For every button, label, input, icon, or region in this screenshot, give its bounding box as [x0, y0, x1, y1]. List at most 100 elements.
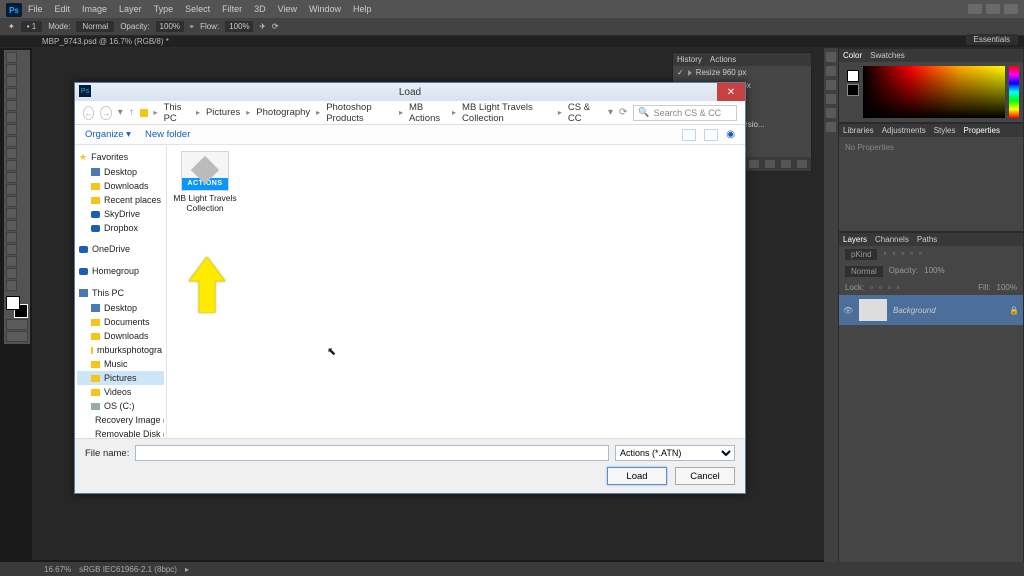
tab-history[interactable]: History	[677, 55, 702, 64]
up-button[interactable]: ▾	[118, 107, 123, 118]
layer-row[interactable]: 👁 Background 🔒	[839, 295, 1023, 325]
menu-edit[interactable]: Edit	[55, 4, 71, 14]
eyedropper-tool[interactable]	[6, 112, 17, 123]
tab-color[interactable]: Color	[843, 51, 862, 60]
color-swatches[interactable]	[6, 296, 28, 318]
menu-layer[interactable]: Layer	[119, 4, 142, 14]
fg-chip[interactable]	[847, 70, 859, 82]
tab-styles[interactable]: Styles	[934, 126, 956, 135]
new-action-icon[interactable]	[781, 160, 791, 168]
collapsed-panel-dock[interactable]	[824, 48, 838, 576]
win-minimize-icon[interactable]	[968, 4, 982, 14]
lock-icon[interactable]: ▫	[897, 283, 900, 292]
tab-layers[interactable]: Layers	[843, 235, 867, 244]
tab-properties[interactable]: Properties	[964, 126, 1000, 135]
win-restore-icon[interactable]	[986, 4, 1000, 14]
tree-homegroup[interactable]: Homegroup	[92, 264, 139, 278]
load-button[interactable]: Load	[607, 467, 667, 485]
menu-filter[interactable]: Filter	[222, 4, 242, 14]
pressure-opacity-icon[interactable]: ⌖	[190, 22, 195, 32]
doc-info[interactable]: sRGB IEC61966-2.1 (8bpc)	[79, 565, 177, 574]
tab-paths[interactable]: Paths	[917, 235, 937, 244]
flow-field[interactable]: 100%	[225, 21, 253, 32]
layer-filter-kind[interactable]: pKind	[845, 249, 877, 260]
blur-tool[interactable]	[6, 196, 17, 207]
marquee-tool[interactable]	[6, 64, 17, 75]
document-tab[interactable]: MBP_9743.psd @ 16.7% (RGB/8) *	[0, 36, 1024, 48]
menu-3d[interactable]: 3D	[254, 4, 266, 14]
collapsed-icon[interactable]	[826, 52, 836, 62]
opacity-field[interactable]: 100%	[156, 21, 184, 32]
pen-tool[interactable]	[6, 220, 17, 231]
tree-onedrive[interactable]: OneDrive	[92, 242, 130, 256]
filter-icon[interactable]: ▫	[883, 249, 886, 260]
filter-icon[interactable]: ▫	[919, 249, 922, 260]
file-list[interactable]: ACTIONS MB Light Travels Collection ⬉	[167, 145, 745, 438]
layer-opacity[interactable]: 100%	[924, 266, 944, 277]
brush-size[interactable]: • 1	[21, 21, 42, 32]
trash-icon[interactable]	[797, 160, 807, 168]
zoom-level[interactable]: 16.67%	[44, 565, 71, 574]
help-icon[interactable]: ◉	[726, 129, 735, 140]
crumb[interactable]: CS & CC	[568, 102, 598, 124]
wand-tool[interactable]	[6, 88, 17, 99]
tab-swatches[interactable]: Swatches	[870, 51, 905, 60]
airbrush-icon[interactable]: ✈	[259, 22, 266, 31]
file-item[interactable]: ACTIONS MB Light Travels Collection	[173, 151, 237, 213]
history-brush-tool[interactable]	[6, 160, 17, 171]
collapsed-icon[interactable]	[826, 66, 836, 76]
close-button[interactable]: ✕	[717, 83, 745, 101]
crumb[interactable]: MB Light Travels Collection	[462, 102, 552, 124]
dialog-titlebar[interactable]: Ps Load ✕	[75, 83, 745, 101]
menu-help[interactable]: Help	[353, 4, 372, 14]
preview-pane-button[interactable]	[704, 129, 718, 141]
action-item[interactable]: ✓Resize 960 px	[673, 66, 811, 79]
screenmode-tool[interactable]	[6, 331, 28, 342]
pressure-size-icon[interactable]: ⟳	[272, 22, 279, 31]
nav-tree[interactable]: ★Favorites Desktop Downloads Recent plac…	[75, 145, 167, 438]
collapsed-icon[interactable]	[826, 80, 836, 90]
visibility-icon[interactable]: 👁	[843, 306, 853, 315]
tab-channels[interactable]: Channels	[875, 235, 909, 244]
crumb[interactable]: MB Actions	[409, 102, 446, 124]
collapsed-icon[interactable]	[826, 94, 836, 104]
tree-favorites[interactable]: Favorites	[91, 150, 128, 164]
path-tool[interactable]	[6, 244, 17, 255]
hue-slider[interactable]	[1009, 66, 1019, 118]
blend-mode-select[interactable]: Normal	[76, 21, 114, 32]
menu-view[interactable]: View	[278, 4, 297, 14]
crumb[interactable]: This PC	[164, 102, 190, 124]
zoom-tool[interactable]	[6, 280, 17, 291]
new-folder-button[interactable]: New folder	[145, 129, 190, 140]
heal-tool[interactable]	[6, 124, 17, 135]
bg-chip[interactable]	[847, 84, 859, 96]
refresh-icon[interactable]: ⟳	[619, 107, 627, 118]
menu-type[interactable]: Type	[154, 4, 174, 14]
play-icon[interactable]	[749, 160, 759, 168]
eraser-tool[interactable]	[6, 172, 17, 183]
lasso-tool[interactable]	[6, 76, 17, 87]
collapsed-icon[interactable]	[826, 108, 836, 118]
forward-button[interactable]: →	[100, 106, 111, 120]
menu-window[interactable]: Window	[309, 4, 341, 14]
filename-input[interactable]	[135, 445, 609, 461]
stamp-tool[interactable]	[6, 148, 17, 159]
crop-tool[interactable]	[6, 100, 17, 111]
color-field[interactable]	[863, 66, 1005, 118]
dodge-tool[interactable]	[6, 208, 17, 219]
organize-menu[interactable]: Organize ▾	[85, 129, 131, 140]
back-button[interactable]: ←	[83, 106, 94, 120]
filter-icon[interactable]: ▫	[910, 249, 913, 260]
tab-libraries[interactable]: Libraries	[843, 126, 874, 135]
tab-actions[interactable]: Actions	[710, 55, 736, 64]
crumb[interactable]: Photoshop Products	[326, 102, 393, 124]
filter-icon[interactable]: ▫	[901, 249, 904, 260]
blend-mode[interactable]: Normal	[845, 266, 883, 277]
win-close-icon[interactable]	[1004, 4, 1018, 14]
tab-adjustments[interactable]: Adjustments	[882, 126, 926, 135]
collapsed-icon[interactable]	[826, 122, 836, 132]
menu-select[interactable]: Select	[185, 4, 210, 14]
brush-tool[interactable]	[6, 136, 17, 147]
workspace-switcher[interactable]: Essentials	[966, 34, 1018, 45]
view-mode-button[interactable]	[682, 129, 696, 141]
